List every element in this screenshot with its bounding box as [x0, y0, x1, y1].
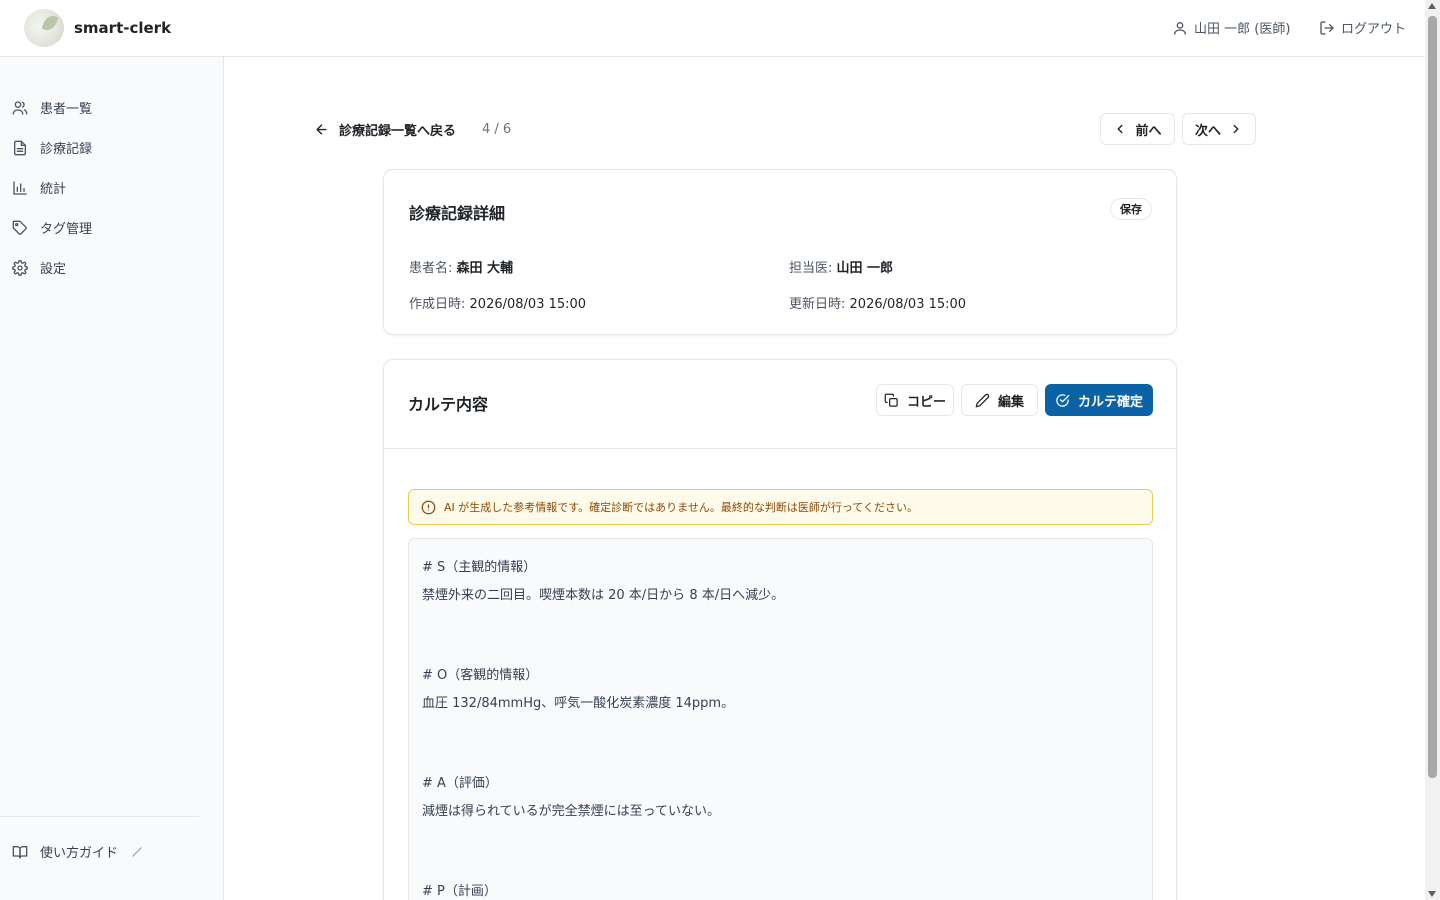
document-icon	[14, 140, 26, 155]
sidebar-divider	[0, 816, 199, 817]
created-field: 作成日時: 2026/08/03 15:00	[409, 293, 586, 312]
tag-icon	[12, 220, 27, 235]
patient-field: 患者名: 森田 大輔	[409, 257, 513, 276]
logout-icon	[1320, 20, 1334, 35]
sidebar-item-label: 診療記録	[40, 142, 93, 157]
section-text: 減煙は得られているが完全禁煙には至っていない。	[422, 804, 720, 819]
karte-card: カルテ内容 コピー 編集 カルテ確定 AI が生成した参考情報です。確定診断では…	[383, 359, 1177, 900]
sidebar-item-tags[interactable]: タグ管理	[12, 218, 92, 237]
next-button[interactable]: 次へ	[1182, 113, 1256, 145]
copy-icon	[884, 393, 898, 407]
user-name: 山田 一郎 (医師)	[1194, 22, 1291, 37]
created-label: 作成日時:	[409, 297, 466, 312]
chevron-left-icon	[1118, 124, 1123, 134]
sidebar-item-stats[interactable]: 統計	[12, 178, 66, 197]
doctor-name: 山田 一郎	[836, 261, 894, 276]
back-label: 診療記録一覧へ戻る	[339, 124, 457, 139]
section-text: 禁煙外来の二回目。喫煙本数は 20 本/日から 8 本/日へ減少。	[422, 588, 785, 603]
arrow-left-icon	[316, 124, 327, 135]
ai-warning-banner: AI が生成した参考情報です。確定診断ではありません。最終的な判断は医師が行って…	[408, 489, 1153, 525]
sidebar-item-label: 統計	[40, 182, 67, 197]
sidebar-item-label: 設定	[40, 262, 67, 277]
user-icon	[1174, 21, 1186, 35]
logout-button[interactable]: ログアウト	[1319, 18, 1406, 37]
chevron-right-icon	[1233, 124, 1239, 134]
status-badge: 保存	[1110, 198, 1152, 220]
section-heading: # P（計画）	[422, 884, 497, 899]
bar-chart-icon	[13, 180, 27, 195]
next-label: 次へ	[1194, 123, 1221, 139]
pencil-icon	[975, 393, 990, 407]
app-logo[interactable]	[24, 9, 64, 47]
back-to-records-link[interactable]: 診療記録一覧へ戻る	[314, 120, 456, 139]
alert-circle-icon	[421, 500, 436, 514]
karte-divider	[384, 448, 1176, 449]
external-link-icon	[132, 846, 142, 857]
edit-button[interactable]: 編集	[961, 384, 1038, 416]
sidebar-item-patients[interactable]: 患者一覧	[12, 98, 92, 117]
prev-label: 前へ	[1135, 123, 1162, 139]
updated-field: 更新日時: 2026/08/03 15:00	[789, 293, 966, 312]
record-detail-card: 診療記録詳細 保存 患者名: 森田 大輔 担当医: 山田 一郎 作成日時: 20…	[383, 169, 1177, 335]
sidebar-item-label: タグ管理	[40, 222, 93, 237]
page-scrollbar[interactable]	[1425, 0, 1440, 900]
sidebar-item-records[interactable]: 診療記録	[12, 138, 92, 157]
top-header: smart-clerk 山田 一郎 (医師) ログアウト	[0, 0, 1425, 57]
patient-label: 患者名:	[409, 261, 453, 276]
section-heading: # O（客観的情報）	[422, 668, 539, 683]
page-count: 4 / 6	[482, 122, 512, 137]
scroll-thumb[interactable]	[1428, 16, 1437, 778]
book-icon	[12, 845, 28, 859]
app-name: smart-clerk	[74, 19, 172, 37]
check-circle-icon	[1056, 393, 1070, 407]
created-at: 2026/08/03 15:00	[469, 297, 587, 312]
copy-button[interactable]: コピー	[876, 384, 954, 416]
sidebar-item-settings[interactable]: 設定	[12, 258, 66, 277]
warning-text: AI が生成した参考情報です。確定診断ではありません。最終的な判断は医師が行って…	[444, 501, 918, 514]
users-icon	[12, 100, 28, 115]
section-heading: # A（評価）	[422, 776, 498, 791]
edit-label: 編集	[997, 394, 1024, 410]
user-menu[interactable]: 山田 一郎 (医師)	[1172, 18, 1290, 37]
patient-name: 森田 大輔	[456, 261, 514, 276]
scroll-down-arrow[interactable]	[1428, 891, 1436, 897]
gear-icon	[12, 259, 28, 276]
confirm-label: カルテ確定	[1077, 394, 1143, 410]
copy-label: コピー	[906, 394, 946, 410]
guide-label: 使い方ガイド	[40, 846, 119, 861]
confirm-karte-button[interactable]: カルテ確定	[1045, 384, 1153, 416]
doctor-field: 担当医: 山田 一郎	[789, 257, 893, 276]
detail-title: 診療記録詳細	[409, 204, 506, 223]
karte-title: カルテ内容	[408, 395, 489, 414]
sidebar-item-label: 患者一覧	[40, 102, 93, 117]
scroll-up-arrow[interactable]	[1428, 3, 1436, 9]
prev-button[interactable]: 前へ	[1100, 113, 1175, 145]
section-heading: # S（主観的情報）	[422, 560, 537, 575]
updated-at: 2026/08/03 15:00	[849, 297, 967, 312]
guide-link[interactable]: 使い方ガイド	[12, 842, 144, 861]
sidebar: 患者一覧 診療記録 統計 タグ管理 設定 使い方ガイド	[0, 57, 224, 900]
karte-content[interactable]: # S（主観的情報） 禁煙外来の二回目。喫煙本数は 20 本/日から 8 本/日…	[408, 538, 1153, 900]
doctor-label: 担当医:	[789, 261, 833, 276]
updated-label: 更新日時:	[789, 297, 846, 312]
section-text: 血圧 132/84mmHg、呼気一酸化炭素濃度 14ppm。	[422, 696, 735, 711]
logout-label: ログアウト	[1341, 22, 1407, 37]
